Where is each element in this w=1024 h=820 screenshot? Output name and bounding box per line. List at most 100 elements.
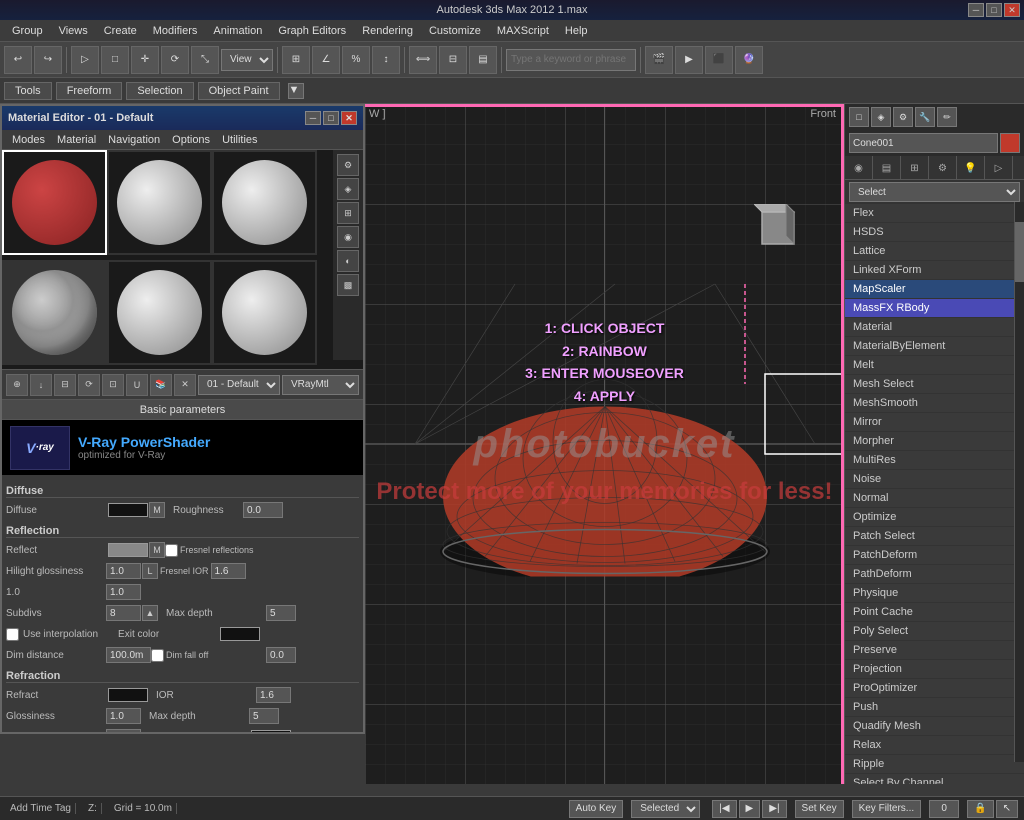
material-editor-btn[interactable]: 🔮 bbox=[735, 46, 763, 74]
modifier-list-item[interactable]: Linked XForm bbox=[845, 261, 1024, 280]
spinner-snap[interactable]: ↕ bbox=[372, 46, 400, 74]
reflect-map-btn[interactable]: M bbox=[149, 542, 165, 558]
subtab-tools[interactable]: Tools bbox=[4, 82, 52, 100]
mp-scrollbar-thumb[interactable] bbox=[1015, 222, 1024, 282]
modifier-list-item[interactable]: Select By Channel bbox=[845, 774, 1024, 784]
modifier-list-item[interactable]: Point Cache bbox=[845, 603, 1024, 622]
subdivs-up[interactable]: ▲ bbox=[142, 605, 158, 621]
sb-add-time-tag[interactable]: Add Time Tag bbox=[6, 803, 76, 814]
sample-slot-5[interactable] bbox=[107, 260, 212, 365]
mirror-button[interactable]: ⟺ bbox=[409, 46, 437, 74]
mp-tab-4[interactable]: ⚙ bbox=[929, 156, 957, 180]
sb-key-filters[interactable]: Key Filters... bbox=[852, 800, 922, 818]
reflect-swatch[interactable] bbox=[108, 543, 148, 557]
modifier-list-item[interactable]: Preserve bbox=[845, 641, 1024, 660]
mp-color-swatch[interactable] bbox=[1000, 133, 1020, 153]
mp-modifier-dropdown[interactable]: Select bbox=[849, 182, 1020, 202]
sb-auto-key[interactable]: Auto Key bbox=[569, 800, 624, 818]
menu-modifiers[interactable]: Modifiers bbox=[145, 23, 206, 39]
render-frame[interactable]: ⬛ bbox=[705, 46, 733, 74]
modifier-list-item[interactable]: MultiRes bbox=[845, 451, 1024, 470]
mp-name-input[interactable] bbox=[849, 133, 998, 153]
modifier-list-item[interactable]: Quadify Mesh bbox=[845, 717, 1024, 736]
minimize-button[interactable]: ─ bbox=[968, 3, 984, 17]
layer-button[interactable]: ▤ bbox=[469, 46, 497, 74]
me-tb-put-lib[interactable]: 📚 bbox=[150, 374, 172, 396]
modifier-list-item[interactable]: Lattice bbox=[845, 242, 1024, 261]
view-dropdown[interactable]: View bbox=[221, 49, 273, 71]
hilight-lock[interactable]: L bbox=[142, 563, 158, 579]
sample-slot-3[interactable] bbox=[212, 150, 317, 255]
max-depth-input[interactable] bbox=[266, 605, 296, 621]
side-tool-6[interactable]: ▩ bbox=[337, 274, 359, 296]
modifier-list-item[interactable]: PatchDeform bbox=[845, 546, 1024, 565]
me-maximize[interactable]: □ bbox=[323, 111, 339, 125]
me-shader-dropdown[interactable]: VRayMtl bbox=[282, 375, 359, 395]
sample-slot-6[interactable] bbox=[212, 260, 317, 365]
subdivs-input[interactable] bbox=[106, 605, 141, 621]
me-tb-put-material[interactable]: ↓ bbox=[30, 374, 52, 396]
menu-rendering[interactable]: Rendering bbox=[354, 23, 421, 39]
sb-lock-icon[interactable]: 🔒 bbox=[967, 800, 993, 818]
side-tool-4[interactable]: ◉ bbox=[337, 226, 359, 248]
mp-tab-1[interactable]: ◉ bbox=[845, 156, 873, 180]
modifier-list-item[interactable]: Material bbox=[845, 318, 1024, 337]
select-button[interactable]: ▷ bbox=[71, 46, 99, 74]
modifier-list-item[interactable]: Noise bbox=[845, 470, 1024, 489]
sample-slot-2[interactable] bbox=[107, 150, 212, 255]
mp-icon-4[interactable]: 🔧 bbox=[915, 107, 935, 127]
side-tool-5[interactable]: ◐ bbox=[337, 250, 359, 272]
modifier-list-item[interactable]: MaterialByElement bbox=[845, 337, 1024, 356]
sample-slot-1[interactable] bbox=[2, 150, 107, 255]
modifier-list-item[interactable]: Ripple bbox=[845, 755, 1024, 774]
refract-swatch[interactable] bbox=[108, 688, 148, 702]
modifier-list-item[interactable]: Morpher bbox=[845, 432, 1024, 451]
viewport-area[interactable]: Front W ] 1: CLICK OBJECT 2: RAINBOW 3: … bbox=[365, 104, 844, 784]
sb-prev-frame[interactable]: |◀ bbox=[712, 800, 736, 818]
mp-tab-2[interactable]: ▤ bbox=[873, 156, 901, 180]
search-input[interactable] bbox=[506, 49, 636, 71]
align-button[interactable]: ⊟ bbox=[439, 46, 467, 74]
modifier-list-item[interactable]: PathDeform bbox=[845, 565, 1024, 584]
mp-icon-2[interactable]: ◈ bbox=[871, 107, 891, 127]
modifier-list-item[interactable]: Optimize bbox=[845, 508, 1024, 527]
mp-icon-1[interactable]: □ bbox=[849, 107, 869, 127]
diffuse-swatch[interactable] bbox=[108, 503, 148, 517]
me-minimize[interactable]: ─ bbox=[305, 111, 321, 125]
snap-toggle[interactable]: ⊞ bbox=[282, 46, 310, 74]
exit-color2-swatch[interactable] bbox=[251, 730, 291, 732]
me-tb-delete[interactable]: ✕ bbox=[174, 374, 196, 396]
sample-slot-4[interactable] bbox=[2, 260, 107, 365]
diffuse-map-btn[interactable]: M bbox=[149, 502, 165, 518]
mp-icon-3[interactable]: ⚙ bbox=[893, 107, 913, 127]
modifier-list-item[interactable]: MapScaler bbox=[845, 280, 1024, 299]
me-material-name-dropdown[interactable]: 01 - Default bbox=[198, 375, 280, 395]
modifier-list-item[interactable]: Poly Select bbox=[845, 622, 1024, 641]
side-tool-1[interactable]: ⚙ bbox=[337, 154, 359, 176]
ref-max-depth-input[interactable] bbox=[249, 708, 279, 724]
modifier-list-item[interactable]: Push bbox=[845, 698, 1024, 717]
menu-animation[interactable]: Animation bbox=[205, 23, 270, 39]
me-tb-assign[interactable]: ⊟ bbox=[54, 374, 76, 396]
menu-graph-editors[interactable]: Graph Editors bbox=[270, 23, 354, 39]
roughness-input[interactable] bbox=[243, 502, 283, 518]
me-tb-copy[interactable]: ⊡ bbox=[102, 374, 124, 396]
mp-tab-6[interactable]: ▷ bbox=[985, 156, 1013, 180]
me-menu-navigation[interactable]: Navigation bbox=[102, 132, 166, 148]
ref-subdivs-input[interactable] bbox=[106, 729, 141, 732]
select-region-button[interactable]: □ bbox=[101, 46, 129, 74]
gloss-input[interactable] bbox=[106, 708, 141, 724]
me-menu-material[interactable]: Material bbox=[51, 132, 102, 148]
side-tool-2[interactable]: ◈ bbox=[337, 178, 359, 200]
me-tb-unique[interactable]: U bbox=[126, 374, 148, 396]
sb-next-frame[interactable]: ▶| bbox=[762, 800, 786, 818]
menu-views[interactable]: Views bbox=[51, 23, 96, 39]
me-menu-utilities[interactable]: Utilities bbox=[216, 132, 263, 148]
exit-color-swatch[interactable] bbox=[220, 627, 260, 641]
move-button[interactable]: ✛ bbox=[131, 46, 159, 74]
percent-snap[interactable]: % bbox=[342, 46, 370, 74]
mp-tab-3[interactable]: ⊞ bbox=[901, 156, 929, 180]
menu-customize[interactable]: Customize bbox=[421, 23, 489, 39]
maximize-button[interactable]: □ bbox=[986, 3, 1002, 17]
me-tb-reset[interactable]: ⟳ bbox=[78, 374, 100, 396]
